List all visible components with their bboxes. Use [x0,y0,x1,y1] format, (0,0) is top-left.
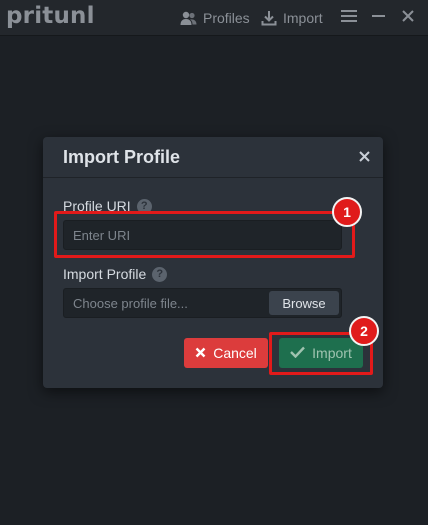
profiles-nav-button[interactable]: Profiles [180,0,250,36]
menu-icon [341,9,357,28]
annotation-badge-1: 1 [332,197,362,227]
dialog-title: Import Profile [63,147,181,167]
browse-button[interactable]: Browse [269,291,339,315]
cancel-button[interactable]: Cancel [184,338,268,368]
dialog-close-button[interactable] [359,149,370,167]
import-profile-label-text: Import Profile [63,266,147,282]
import-nav-button[interactable]: Import [261,0,323,36]
x-icon [195,345,213,361]
help-icon[interactable]: ? [152,266,168,282]
profiles-icon [180,11,197,26]
import-nav-label: Import [283,10,323,26]
annotation-highlight-uri [54,211,355,258]
minimize-icon [372,9,385,28]
window-close-button[interactable] [402,0,414,36]
profile-file-placeholder: Choose profile file... [73,295,188,311]
cancel-button-label: Cancel [213,345,257,361]
close-icon [402,9,414,27]
download-icon [261,10,277,26]
profiles-nav-label: Profiles [203,10,250,26]
close-icon [359,149,370,166]
annotation-badge-2: 2 [349,316,379,346]
dialog-header: Import Profile [43,137,383,178]
menu-button[interactable] [341,0,357,36]
minimize-button[interactable] [372,0,385,36]
app-logo: pritunl [6,3,95,29]
title-bar: pritunl Profiles Import [0,0,428,36]
profile-file-input[interactable]: Choose profile file... Browse [63,288,342,318]
import-profile-label: Import Profile ? [63,266,168,282]
